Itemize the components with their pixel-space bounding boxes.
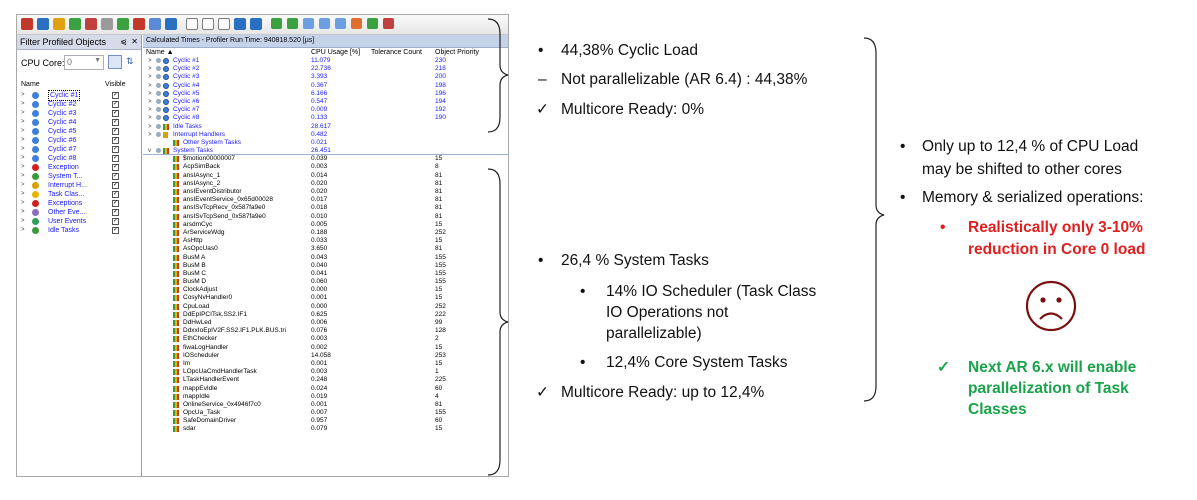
check-icon: ✓	[937, 359, 950, 376]
sad-face-icon	[1025, 280, 1077, 332]
check-icon: ✓	[536, 384, 549, 401]
check-icon: ✓	[536, 101, 549, 118]
